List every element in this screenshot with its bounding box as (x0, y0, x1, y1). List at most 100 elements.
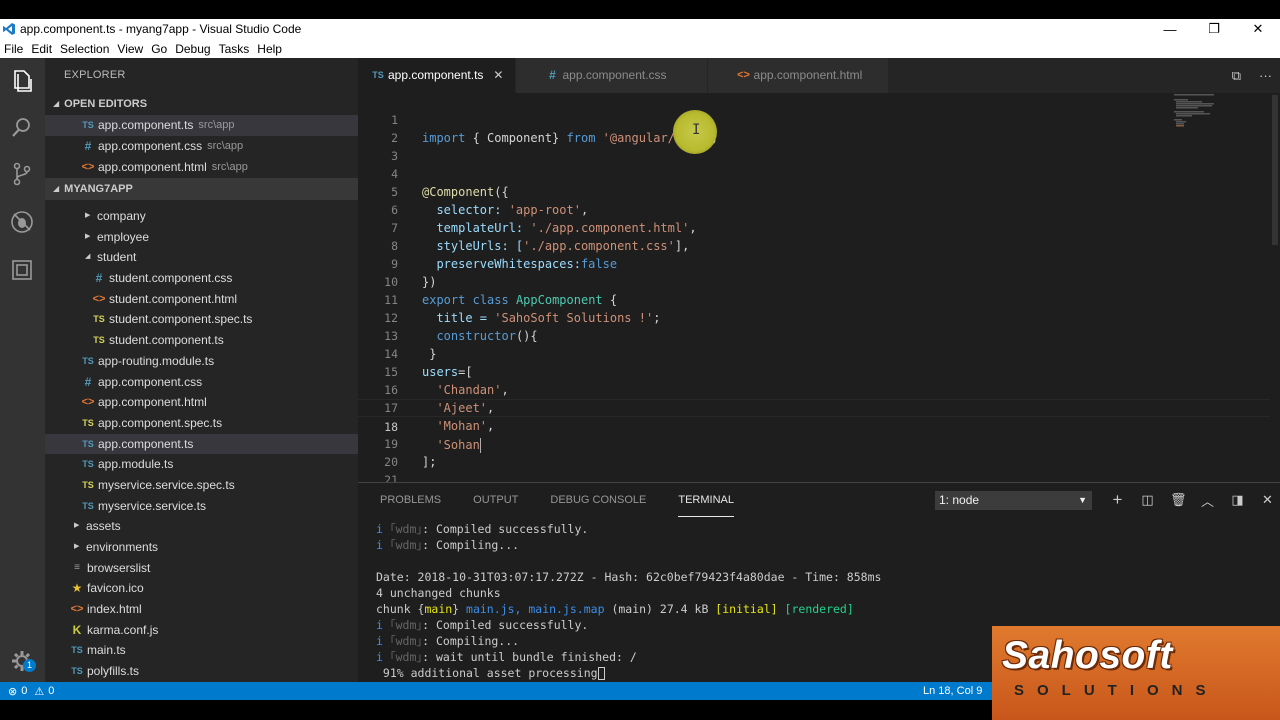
open-editor-item[interactable]: # app.component.css src\app (45, 136, 358, 157)
tab-debug-console[interactable]: DEBUG CONSOLE (550, 483, 646, 517)
tree-item-label: karma.conf.js (87, 622, 159, 637)
menu-file[interactable]: File (0, 42, 27, 56)
menu-debug[interactable]: Debug (171, 42, 214, 56)
editor-tabs: TS app.component.ts ✕ # app.component.cs… (358, 58, 1280, 93)
code-editor[interactable]: 1 import { Component} from '@angular/cor… (358, 93, 1280, 482)
html-file-icon: <> (70, 603, 84, 616)
editor-scrollbar-thumb[interactable] (1272, 95, 1278, 245)
open-editor-name: app.component.ts (98, 118, 194, 132)
warning-count: 0 (48, 685, 55, 697)
tab-app-component-ts[interactable]: TS app.component.ts ✕ (358, 58, 517, 93)
tree-folder-assets[interactable]: ▶ assets (45, 516, 358, 537)
code-line: 10 export class AppComponent { (358, 255, 1280, 307)
tree-file[interactable]: <> index.html (45, 599, 358, 620)
explorer-files-icon[interactable] (9, 68, 35, 94)
close-window-button[interactable]: ✕ (1236, 21, 1280, 37)
minimize-button[interactable]: — (1148, 22, 1192, 37)
code-line: 7 styleUrls: ['./app.component.css'], (358, 201, 1280, 253)
terminal-output[interactable]: i ｢wdm｣: Compiled successfully. i ｢wdm｣:… (376, 521, 881, 681)
new-terminal-icon[interactable]: + (1110, 490, 1125, 510)
tab-terminal[interactable]: TERMINAL (678, 483, 734, 517)
tree-folder-student[interactable]: ◢ student (45, 247, 358, 268)
project-label: MYANG7APP (64, 183, 133, 195)
tree-file[interactable]: ★ favicon.ico (45, 578, 358, 599)
typescript-file-icon: TS (82, 120, 94, 130)
search-icon[interactable] (9, 115, 35, 141)
code-line: 14 users=[ (358, 327, 1280, 379)
tree-file[interactable]: TS student.component.spec.ts (45, 309, 358, 330)
tree-file[interactable]: <> student.component.html (45, 289, 358, 310)
menu-view[interactable]: View (113, 42, 147, 56)
close-icon[interactable]: ✕ (493, 58, 503, 93)
css-file-icon: # (84, 139, 92, 153)
settings-badge: 1 (23, 659, 36, 672)
restore-button[interactable]: ❐ (1192, 21, 1236, 37)
code-line: 3 (358, 129, 1280, 163)
split-terminal-icon[interactable]: ◫ (1140, 492, 1155, 508)
open-editor-path: src\app (198, 119, 235, 131)
cursor-position[interactable]: Ln 18, Col 9 (923, 685, 982, 697)
tree-file[interactable]: TS app.module.ts (45, 454, 358, 475)
tree-item-label: student.component.css (109, 271, 233, 286)
menu-go[interactable]: Go (147, 42, 171, 56)
tree-file[interactable]: TS polyfills.ts (45, 661, 358, 682)
tree-folder-environments[interactable]: ▶ environments (45, 537, 358, 558)
open-editor-path: src\app (207, 140, 244, 152)
more-actions-icon[interactable]: ··· (1259, 68, 1272, 83)
typescript-spec-file-icon: TS (82, 479, 94, 490)
tree-file[interactable]: TS myservice.service.spec.ts (45, 475, 358, 496)
close-panel-icon[interactable]: ✕ (1260, 492, 1275, 508)
vscode-logo-icon (3, 23, 15, 35)
terminal-cursor (597, 667, 605, 680)
tab-app-component-html[interactable]: <> app.component.html (707, 58, 890, 93)
tab-app-component-css[interactable]: # app.component.css (516, 58, 708, 93)
debug-icon[interactable] (9, 209, 35, 235)
tree-item-label: myservice.service.spec.ts (98, 477, 235, 492)
tree-file-selected[interactable]: TS app.component.ts (45, 433, 358, 455)
open-editors-section[interactable]: ◢ OPEN EDITORS (45, 93, 358, 115)
terminal-select[interactable]: 1: node ▼ (935, 491, 1092, 510)
menu-tasks[interactable]: Tasks (215, 42, 254, 56)
toggle-panel-icon[interactable]: ◨ (1230, 492, 1245, 508)
tree-file[interactable]: TS main.ts (45, 640, 358, 661)
tree-file[interactable]: TS app.component.spec.ts (45, 413, 358, 434)
tree-item-label: student.component.ts (109, 333, 224, 348)
tree-file[interactable]: # student.component.css (45, 268, 358, 289)
source-control-icon[interactable] (9, 161, 35, 187)
tree-file[interactable]: TS myservice.service.ts (45, 496, 358, 517)
code-line: 17 'Mohan', (358, 381, 1280, 433)
open-editor-item[interactable]: <> app.component.html src\app (45, 157, 358, 178)
menu-help[interactable]: Help (253, 42, 286, 56)
chevron-right-icon: ▶ (85, 232, 91, 240)
minimap[interactable] (1172, 93, 1272, 133)
tree-folder-company[interactable]: ▶ company (45, 206, 358, 227)
tree-file[interactable]: # app.component.css (45, 372, 358, 393)
terminal-line: chunk {main} main.js, main.js.map (main)… (376, 602, 854, 616)
kill-terminal-trash-icon[interactable]: 🗑 (1170, 492, 1187, 508)
tab-output[interactable]: OUTPUT (473, 483, 518, 517)
tree-file[interactable]: TS student.component.ts (45, 330, 358, 351)
tab-problems[interactable]: PROBLEMS (380, 483, 441, 517)
split-editor-icon[interactable]: ⧉ (1232, 68, 1241, 84)
menu-selection[interactable]: Selection (56, 42, 113, 56)
typescript-file-icon: TS (71, 645, 83, 656)
tree-item-label: browserslist (87, 560, 151, 575)
code-line: 5 selector: 'app-root', (358, 165, 1280, 217)
tree-file[interactable]: TS app-routing.module.ts (45, 351, 358, 372)
terminal-line: 91% additional asset processing (376, 665, 881, 681)
menu-edit[interactable]: Edit (27, 42, 56, 56)
project-section[interactable]: ◢ MYANG7APP (45, 178, 358, 200)
tree-file[interactable]: K karma.conf.js (45, 620, 358, 641)
open-editor-item[interactable]: TS app.component.ts src\app (45, 115, 358, 136)
tree-item-label: app.component.spec.ts (98, 415, 223, 430)
tree-folder-employee[interactable]: ▶ employee (45, 227, 358, 248)
panel-actions: + ◫ 🗑 ︿ ◨ ✕ (1110, 483, 1275, 517)
extensions-icon[interactable] (9, 257, 35, 283)
tree-item-label: employee (97, 229, 150, 244)
tree-file[interactable]: <> app.component.html (45, 392, 358, 413)
terminal-line: Date: 2018-10-31T03:07:17.272Z - Hash: 6… (376, 570, 882, 584)
tree-file[interactable]: ≡ browserslist (45, 558, 358, 579)
maximize-panel-icon[interactable]: ︿ (1200, 491, 1215, 510)
html-file-icon: <> (81, 396, 95, 409)
problems-status[interactable]: ⊗ 0 ⚠ 0 (8, 685, 54, 698)
